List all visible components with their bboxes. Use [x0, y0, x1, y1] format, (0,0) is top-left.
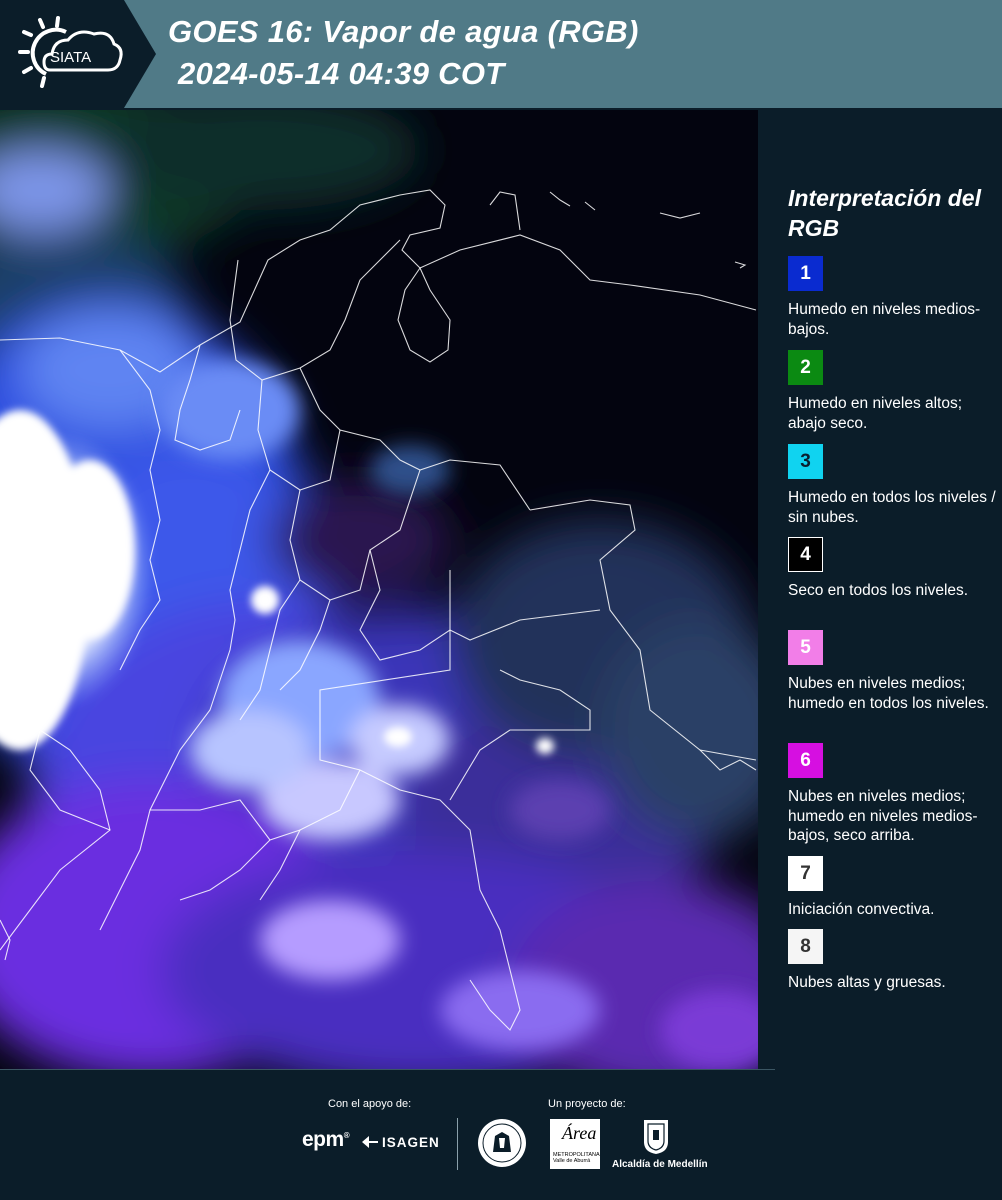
satellite-image	[0, 110, 758, 1070]
legend-swatch: 4	[788, 537, 823, 572]
legend-item-text: Humedo en todos los niveles / sin nubes.	[788, 489, 996, 526]
legend-swatch: 7	[788, 856, 823, 891]
alcaldia-label: Alcaldía de Medellín	[612, 1159, 708, 1170]
area-logo-word: Área	[562, 1123, 597, 1143]
legend-item-text: Humedo en niveles medios-bajos.	[788, 301, 981, 338]
legend-item-text: Seco en todos los niveles.	[788, 582, 969, 599]
university-seal-icon	[478, 1119, 526, 1167]
legend-item-4: 4 Seco en todos los niveles.	[788, 537, 1000, 601]
legend-item-7: 7 Iniciación convectiva.	[788, 856, 1000, 920]
legend-swatch: 5	[788, 630, 823, 665]
page-title: GOES 16: Vapor de agua (RGB)	[168, 14, 639, 49]
legend-item-text: Humedo en niveles altos; abajo seco.	[788, 395, 963, 432]
siata-logo-text: SIATA	[50, 49, 91, 66]
area-logo-subtitle: METROPOLITANA Valle de Aburrá	[553, 1152, 600, 1164]
legend-swatch: 6	[788, 743, 823, 778]
legend-item-text: Nubes altas y gruesas.	[788, 974, 946, 991]
footer: Con el apoyo de: Un proyecto de: epm® IS…	[0, 1069, 1002, 1200]
legend-item-2: 2 Humedo en niveles altos; abajo seco.	[788, 350, 1000, 433]
legend-swatch: 3	[788, 444, 823, 479]
project-label: Un proyecto de:	[548, 1098, 626, 1110]
satellite-map[interactable]	[0, 110, 758, 1070]
legend-swatch: 2	[788, 350, 823, 385]
legend-item-1: 1 Humedo en niveles medios-bajos.	[788, 256, 1000, 339]
footer-divider	[0, 1069, 775, 1070]
siata-logo: SIATA	[0, 0, 156, 108]
alcaldia-shield-icon	[644, 1120, 668, 1154]
legend-item-text: Nubes en niveles medios; humedo en nivel…	[788, 788, 978, 844]
legend-swatch: 1	[788, 256, 823, 291]
support-label: Con el apoyo de:	[328, 1098, 412, 1110]
isagen-logo-text: ISAGEN	[382, 1135, 440, 1150]
epm-logo-text: epm	[302, 1128, 344, 1151]
epm-logo: epm®	[302, 1128, 350, 1151]
legend-item-5: 5 Nubes en niveles medios; humedo en tod…	[788, 630, 1000, 713]
footer-vertical-divider	[457, 1118, 458, 1170]
legend-item-8: 8 Nubes altas y gruesas.	[788, 929, 1000, 993]
legend-swatch: 8	[788, 929, 823, 964]
legend-item-3: 3 Humedo en todos los niveles / sin nube…	[788, 444, 1000, 527]
legend-panel: Interpretación del RGB 1 Humedo en nivel…	[760, 110, 1002, 1070]
legend-item-6: 6 Nubes en niveles medios; humedo en niv…	[788, 743, 1000, 846]
legend-item-text: Nubes en niveles medios; humedo en todos…	[788, 675, 989, 712]
header-bar: SIATA GOES 16: Vapor de agua (RGB) 2024-…	[0, 0, 1002, 108]
isagen-icon	[362, 1136, 378, 1148]
legend-title: Interpretación del RGB	[788, 185, 981, 241]
page-timestamp: 2024-05-14 04:39 COT	[178, 56, 505, 91]
area-metropolitana-logo: Área METROPOLITANA Valle de Aburrá	[550, 1119, 600, 1169]
legend-item-text: Iniciación convectiva.	[788, 901, 935, 918]
